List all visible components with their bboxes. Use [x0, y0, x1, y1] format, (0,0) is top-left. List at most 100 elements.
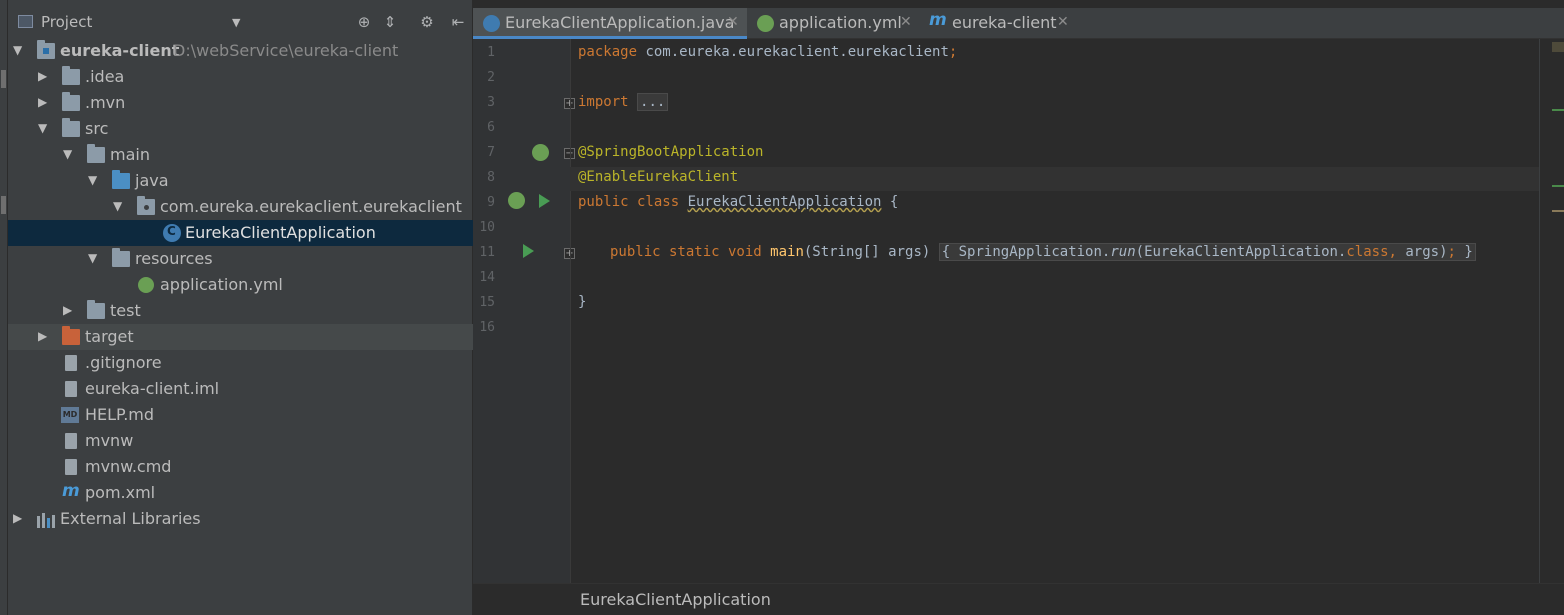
brace: }: [1464, 244, 1473, 260]
collapsed-arrow-icon[interactable]: ▶: [38, 329, 50, 343]
tool-window-button-2[interactable]: [1, 196, 6, 214]
tree-item-pom-xml[interactable]: m pom.xml: [8, 480, 473, 506]
expand-arrow-icon[interactable]: ▼: [13, 43, 25, 57]
tab-application-yml[interactable]: application.yml ✕: [747, 8, 919, 39]
tree-item-eureka-client-application[interactable]: EurekaClientApplication: [8, 220, 473, 246]
run-icon[interactable]: [539, 194, 550, 208]
tree-item-label: HELP.md: [85, 405, 155, 424]
tree-item-application-yml[interactable]: application.yml: [8, 272, 473, 298]
tree-item-help-md[interactable]: MD HELP.md: [8, 402, 473, 428]
tree-item-resources[interactable]: ▼ resources: [8, 246, 473, 272]
editor-gutter: 1 2 3 6 7 8 9 10 11 14 15 16 + − +: [473, 39, 575, 583]
code-editor: EurekaClientApplication.java ✕ applicati…: [473, 0, 1564, 615]
tree-item-test[interactable]: ▶ test: [8, 298, 473, 324]
tree-item-mvn[interactable]: ▶ .mvn: [8, 90, 473, 116]
spring-boot-icon: [138, 277, 154, 293]
change-marker[interactable]: [1552, 109, 1564, 111]
tree-item-package[interactable]: ▼ com.eureka.eurekaclient.eurekaclient: [8, 194, 473, 220]
code-line-11: public static void main(String[] args) {…: [610, 243, 1476, 268]
tree-item-label: .idea: [85, 67, 125, 86]
tree-item-idea[interactable]: ▶ .idea: [8, 64, 473, 90]
code-area[interactable]: package com.eureka.eurekaclient.eurekacl…: [570, 39, 1540, 583]
run-icon[interactable]: [523, 244, 534, 258]
code-line-9: public class EurekaClientApplication {: [578, 194, 898, 218]
locate-icon[interactable]: ⊕: [354, 13, 374, 31]
folder-icon: [87, 300, 105, 319]
tree-item-src[interactable]: ▼ src: [8, 116, 473, 142]
spring-boot-icon[interactable]: [508, 192, 525, 209]
module-folder-icon: [37, 40, 55, 59]
tree-item-label: pom.xml: [85, 483, 156, 502]
tree-item-external-libraries[interactable]: ▶ External Libraries: [8, 506, 473, 532]
expand-arrow-icon[interactable]: ▼: [113, 199, 125, 213]
tree-item-main[interactable]: ▼ main: [8, 142, 473, 168]
tree-item-label: eureka-client.iml: [85, 379, 220, 398]
warning-marker[interactable]: [1552, 210, 1564, 212]
comma: ,: [1388, 244, 1397, 260]
tool-window-button-1[interactable]: [1, 70, 6, 88]
spring-boot-icon: [757, 15, 774, 32]
code-line-15: }: [578, 294, 586, 318]
line-number: 3: [487, 95, 495, 110]
excluded-folder-icon: [62, 326, 80, 345]
tree-item-mvnw[interactable]: mvnw: [8, 428, 473, 454]
tree-item-java[interactable]: ▼ java: [8, 168, 473, 194]
collapsed-arrow-icon[interactable]: ▶: [38, 95, 50, 109]
tab-label: application.yml: [779, 13, 902, 32]
tab-label: EurekaClientApplication.java: [505, 13, 735, 32]
hide-panel-icon[interactable]: ⇤: [448, 13, 468, 31]
expand-arrow-icon[interactable]: ▼: [63, 147, 75, 161]
close-icon[interactable]: ✕: [900, 14, 912, 30]
expand-arrow-icon[interactable]: ▼: [88, 251, 100, 265]
brace: }: [578, 294, 587, 310]
code-line-1: package com.eureka.eurekaclient.eurekacl…: [578, 44, 957, 68]
tree-item-label: src: [85, 119, 109, 138]
line-number: 10: [479, 220, 495, 235]
expand-arrow-icon[interactable]: ▼: [38, 121, 50, 135]
tree-item-iml[interactable]: eureka-client.iml: [8, 376, 473, 402]
tree-item-label: resources: [135, 249, 213, 268]
project-panel-title[interactable]: Project: [41, 13, 92, 31]
tree-item-label: java: [135, 171, 169, 190]
tree-item-target[interactable]: ▶ target: [8, 324, 473, 350]
tree-item-label: main: [110, 145, 150, 164]
keyword: package: [578, 44, 638, 60]
line-number: 9: [487, 195, 495, 210]
line-number: 7: [487, 145, 495, 160]
change-marker[interactable]: [1552, 185, 1564, 187]
package-name: com.eureka.eurekaclient.eurekaclient: [637, 44, 949, 60]
close-icon[interactable]: ✕: [727, 14, 739, 30]
close-icon[interactable]: ✕: [1057, 14, 1069, 30]
inspection-status-icon[interactable]: [1552, 42, 1564, 52]
spring-bean-icon[interactable]: [532, 144, 549, 161]
tab-eureka-client-pom[interactable]: m eureka-client ✕: [919, 8, 1079, 39]
breadcrumb-item[interactable]: EurekaClientApplication: [580, 590, 771, 609]
left-tool-strip: [0, 0, 8, 615]
settings-gear-icon[interactable]: ⚙: [417, 13, 437, 31]
collapsed-arrow-icon[interactable]: ▶: [13, 511, 25, 525]
tree-item-gitignore[interactable]: .gitignore: [8, 350, 473, 376]
annotation: @EnableEurekaClient: [578, 169, 739, 185]
folded-method-body[interactable]: { SpringApplication.run(EurekaClientAppl…: [938, 243, 1476, 261]
brace: {: [881, 194, 899, 210]
tab-eureka-client-application-java[interactable]: EurekaClientApplication.java ✕: [473, 8, 747, 39]
method-name: main: [770, 244, 804, 260]
expand-arrow-icon[interactable]: ▼: [88, 173, 100, 187]
semicolon: ;: [948, 44, 958, 60]
tree-item-mvnw-cmd[interactable]: mvnw.cmd: [8, 454, 473, 480]
collapsed-arrow-icon[interactable]: ▶: [63, 303, 75, 317]
collapse-all-icon[interactable]: ⇕: [380, 13, 400, 31]
folded-imports[interactable]: ...: [637, 93, 669, 111]
params: (String[] args): [803, 244, 931, 260]
collapsed-arrow-icon[interactable]: ▶: [38, 69, 50, 83]
tree-item-eureka-client[interactable]: ▼ eureka-client D:\webService\eureka-cli…: [8, 38, 473, 64]
tab-label: eureka-client: [952, 13, 1057, 32]
chevron-down-icon[interactable]: ▼: [232, 16, 240, 29]
line-number: 6: [487, 120, 495, 135]
tree-item-label: target: [85, 327, 134, 346]
code-line-3: import ...: [578, 93, 669, 118]
module-file-icon: [65, 381, 77, 397]
markdown-icon: MD: [61, 407, 79, 423]
error-stripe[interactable]: [1552, 39, 1564, 583]
code-line-7: @SpringBootApplication: [578, 144, 763, 168]
